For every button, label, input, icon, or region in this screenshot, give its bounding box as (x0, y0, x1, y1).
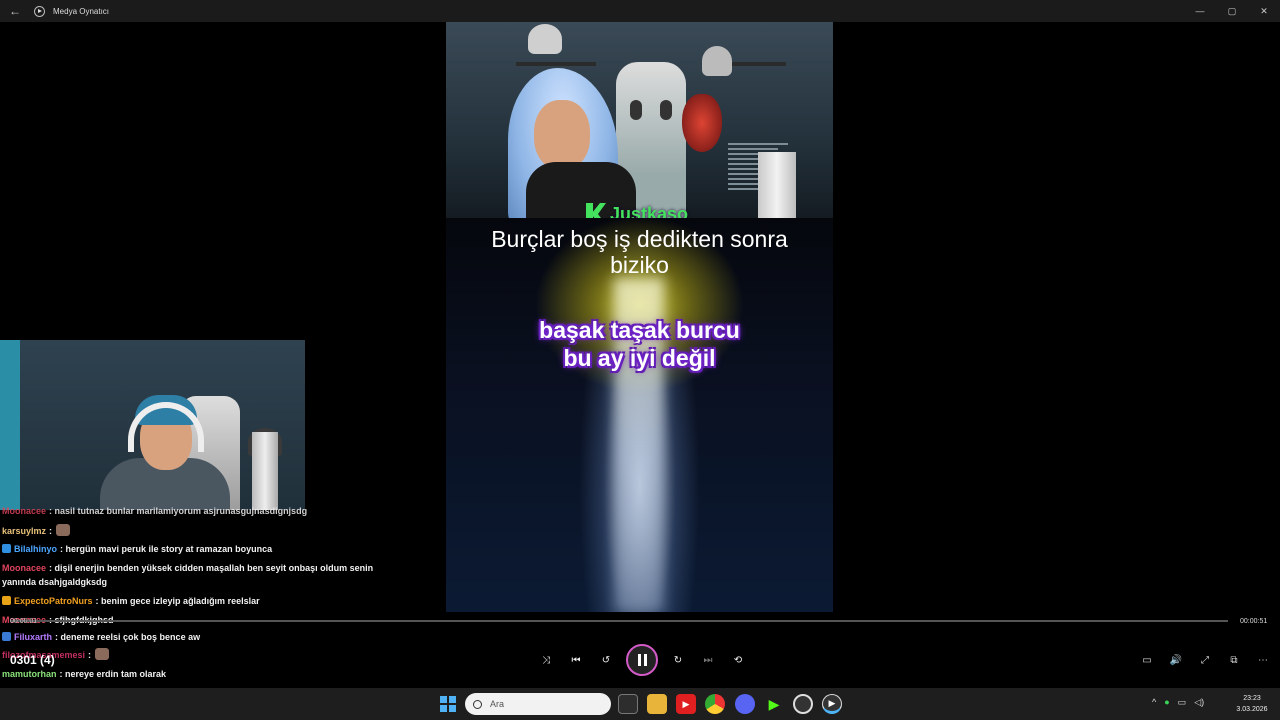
chrome-icon[interactable] (705, 694, 725, 714)
shield-decoration (682, 94, 722, 152)
windows-taskbar: Ara ▶ ▶ ▶ ^ ● ▭ ◁) 23:23 3.03.2026 (0, 688, 1280, 720)
total-time: 00:00:51 (1240, 618, 1268, 625)
chat-message: karsuylmz: (2, 524, 71, 538)
discord-icon[interactable] (735, 694, 755, 714)
fullscreen-icon[interactable]: ⤢ (1196, 650, 1214, 670)
microphone-icon[interactable]: ● (1164, 697, 1169, 708)
chat-text-continued: yanında dsahjgaldgksdg (2, 577, 108, 587)
close-button[interactable]: ✕ (1248, 0, 1280, 22)
file-explorer-icon[interactable] (647, 694, 667, 714)
speaker-icon[interactable]: ◁) (1194, 697, 1204, 708)
player-right-controls: ▭ 🔊 ⤢ ⧉ ⋯ (1138, 650, 1272, 670)
minimize-button[interactable]: — (1184, 0, 1216, 22)
window-title: Medya Oynatıcı (53, 6, 110, 16)
media-player-taskbar-icon[interactable]: ▶ (822, 694, 842, 714)
top-caption-line-2: biziko (610, 252, 669, 278)
playback-controls: ⤨ ⏮ ↺ ↻ ⏭ ⟲ (536, 644, 748, 676)
main-caption-line-2: bu ay iyi değil (563, 345, 716, 371)
system-tray: ^ ● ▭ ◁) (1152, 697, 1204, 708)
top-caption-line-1: Burçlar boş iş dedikten sonra (491, 226, 788, 252)
chat-text: : nereye erdin tam olarak (59, 669, 167, 679)
obs-icon[interactable] (793, 694, 813, 714)
main-caption: başak taşak burcu bu ay iyi değil (446, 316, 833, 372)
chat-text: : dişil enerjin benden yüksek cidden maş… (49, 563, 374, 573)
more-options-icon[interactable]: ⋯ (1254, 650, 1272, 670)
media-player-window: ← Medya Oynatıcı — ▢ ✕ Justkaso Burçlar … (0, 0, 1280, 720)
network-icon[interactable]: ▭ (1178, 697, 1187, 708)
kick-watermark: Justkaso (586, 202, 688, 218)
back-arrow-icon[interactable]: ← (0, 4, 30, 18)
chat-text: : benim gece izleyip ağladığım reelslar (95, 596, 260, 606)
media-player-app-icon (34, 5, 45, 17)
main-caption-line-1: başak taşak burcu (539, 317, 740, 343)
chat-username: ExpectoPatroNurs (14, 596, 93, 606)
clock-date: 3.03.2026 (1236, 706, 1268, 713)
youtube-icon[interactable]: ▶ (676, 694, 696, 714)
chat-message: Filuxarth: deneme reelsi çok boş bence a… (2, 630, 200, 644)
webcam-pillar (252, 432, 278, 510)
chat-username: mamutorhan (2, 669, 57, 679)
chat-text: : (49, 526, 53, 536)
chat-username: Moonacee (2, 563, 47, 573)
chat-message: Bilalhinyo: hergün mavi peruk ile story … (2, 542, 272, 556)
helmet-decoration (528, 24, 562, 54)
subtitles-icon[interactable]: ▭ (1138, 650, 1156, 670)
user-badge-icon (2, 596, 11, 605)
chat-message: Moonacee: dişil enerjin benden yüksek ci… (2, 561, 373, 589)
next-icon[interactable]: ⏭ (698, 650, 718, 670)
stream-scene: Justkaso (446, 22, 833, 218)
chat-text: : (88, 650, 92, 660)
chat-username: Filuxarth (14, 632, 53, 642)
pause-bar-icon (643, 654, 647, 666)
taskbar-clock[interactable]: 23:23 3.03.2026 (1230, 693, 1274, 715)
stream-counter: 0301 (4) (10, 653, 55, 667)
streamlabs-icon[interactable]: ▶ (764, 694, 784, 714)
emote-icon (56, 524, 71, 536)
previous-icon[interactable]: ⏮ (566, 650, 586, 670)
forward-30-icon[interactable]: ↻ (668, 650, 688, 670)
skull-decoration (702, 46, 732, 76)
shuffle-icon[interactable]: ⤨ (536, 650, 556, 670)
chat-message: Moonacee: nasil tutnaz bunlar marilamiyo… (2, 504, 307, 518)
chat-username: Moonacee (2, 506, 47, 516)
miniplayer-icon[interactable]: ⧉ (1225, 650, 1243, 670)
title-bar: ← Medya Oynatıcı — ▢ ✕ (0, 0, 1280, 22)
user-badge-icon (2, 632, 11, 641)
webcam-overlay (0, 340, 305, 510)
maximize-button[interactable]: ▢ (1216, 0, 1248, 22)
chat-text: : deneme reelsi çok boş bence aw (55, 632, 201, 642)
video-frame[interactable]: Justkaso Burçlar boş iş dedikten sonra b… (446, 22, 833, 612)
chat-username: Bilalhinyo (14, 544, 58, 554)
kick-logo-icon (586, 203, 606, 218)
chat-message: mamutorhan: nereye erdin tam olarak (2, 667, 166, 681)
pillar-decoration (758, 152, 796, 218)
chat-username: karsuylmz (2, 526, 47, 536)
chat-text: : nasil tutnaz bunlar marilamiyorum asjr… (49, 506, 308, 516)
windows-start-icon[interactable] (440, 696, 456, 712)
task-view-icon[interactable] (618, 694, 638, 714)
seek-bar[interactable] (10, 620, 1228, 622)
chat-message: ExpectoPatroNurs: benim gece izleyip ağl… (2, 594, 260, 608)
chat-text: : hergün mavi peruk ile story at ramazan… (60, 544, 273, 554)
chevron-up-icon[interactable]: ^ (1152, 697, 1156, 708)
streamer-face (534, 100, 590, 170)
shelf (726, 62, 786, 66)
current-time: 00:00:01 (10, 618, 38, 625)
user-badge-icon (2, 544, 11, 553)
pause-bar-icon (637, 654, 641, 666)
pause-button[interactable] (626, 644, 658, 676)
search-icon (473, 699, 482, 709)
rewind-10-icon[interactable]: ↺ (596, 650, 616, 670)
taskbar-search[interactable]: Ara (465, 693, 611, 715)
emote-icon (95, 648, 110, 660)
repeat-off-icon[interactable]: ⟲ (728, 650, 748, 670)
top-caption: Burçlar boş iş dedikten sonra biziko (446, 226, 833, 278)
search-placeholder: Ara (490, 699, 505, 709)
clock-time: 23:23 (1243, 695, 1261, 702)
shelf (516, 62, 596, 66)
watermark-text: Justkaso (610, 203, 689, 219)
window-controls: — ▢ ✕ (1184, 0, 1280, 22)
volume-icon[interactable]: 🔊 (1167, 650, 1185, 670)
